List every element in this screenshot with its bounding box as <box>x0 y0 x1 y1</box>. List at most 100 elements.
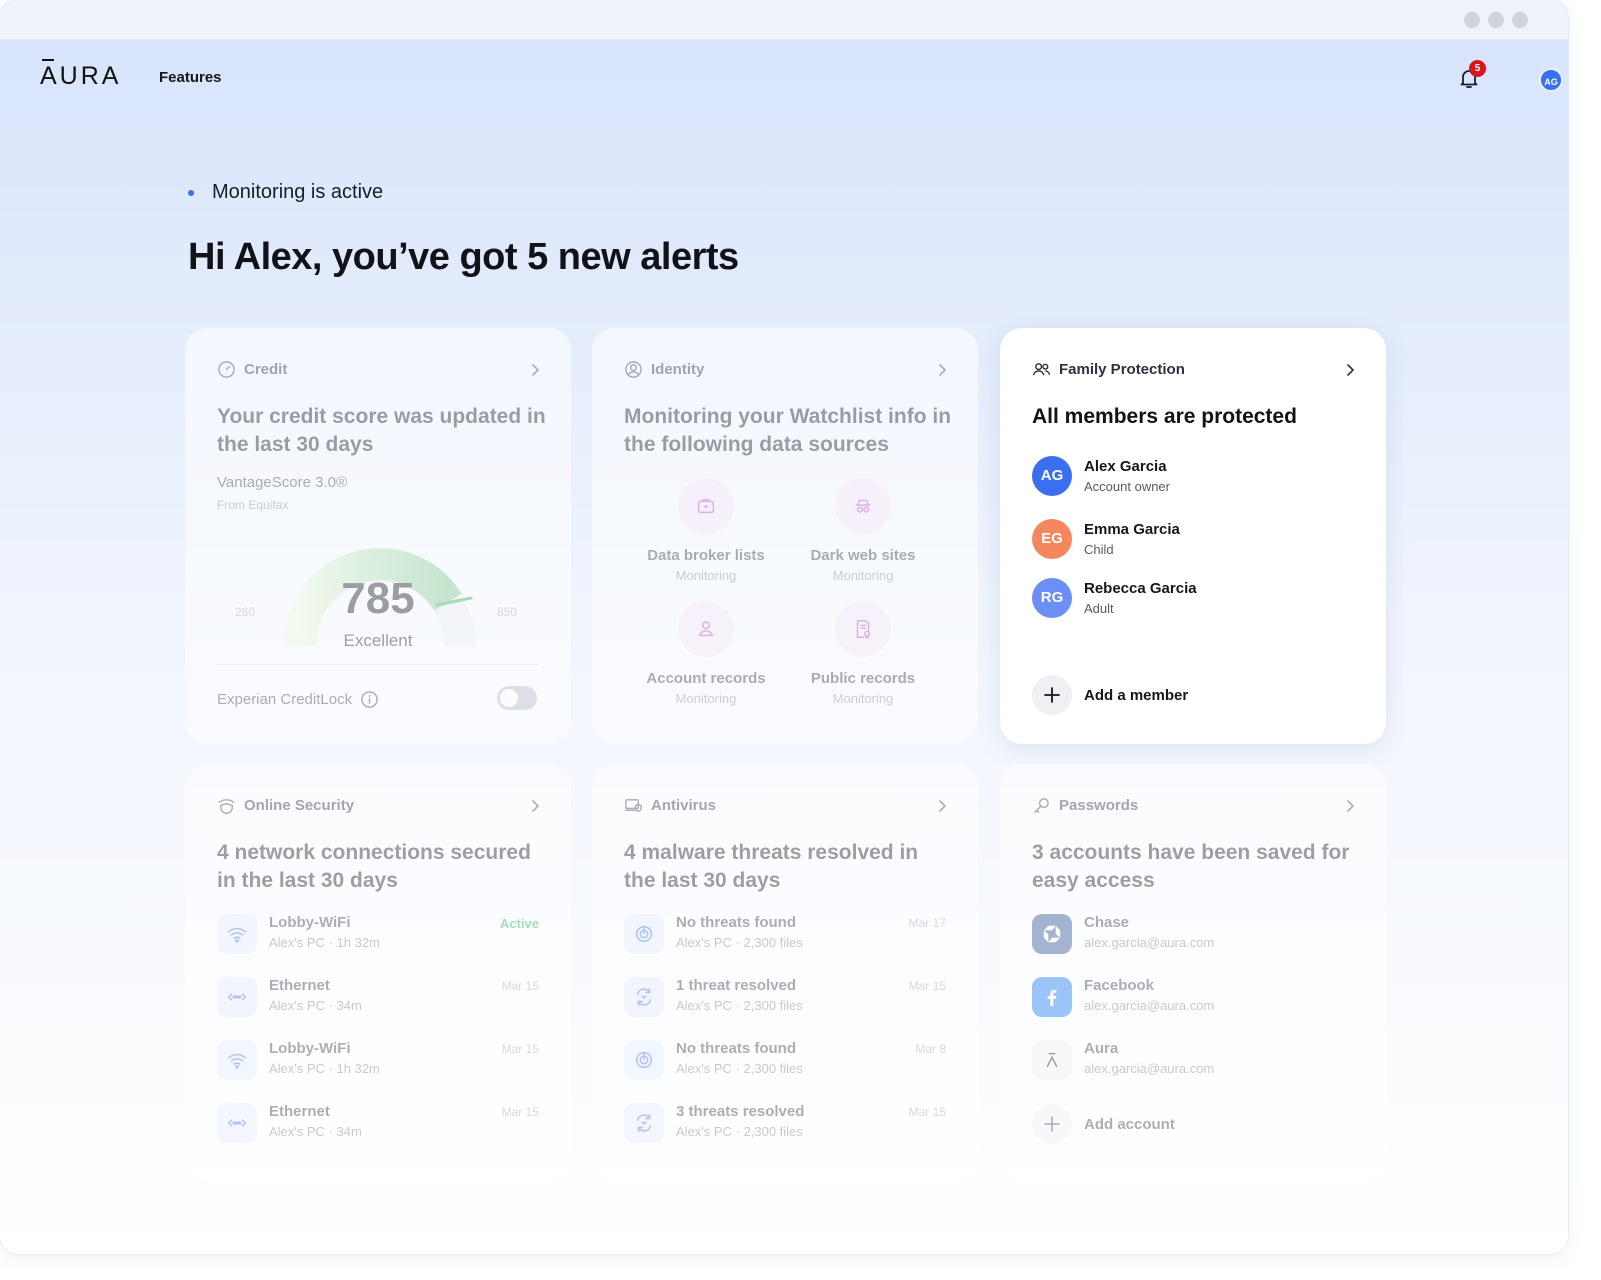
add-account-button[interactable]: Add account <box>1032 1104 1175 1144</box>
logo-macron <box>42 59 54 61</box>
connection-details: Alex's PC · 1h 32m <box>269 935 380 950</box>
member-avatar: AG <box>1032 456 1072 496</box>
scan-icon-container <box>624 914 664 954</box>
window-minimize-button[interactable] <box>1464 12 1480 28</box>
bug-icon-container <box>624 1103 664 1143</box>
member-role: Child <box>1084 542 1114 557</box>
window-close-button[interactable] <box>1512 12 1528 28</box>
source-name: Public records <box>810 670 916 687</box>
toggle-knob <box>500 689 518 707</box>
source-dark-web[interactable]: Dark web sites Monitoring <box>783 478 943 583</box>
saved-account-row[interactable]: Aura alex.garcia@aura.com <box>1032 1040 1354 1084</box>
spy-icon <box>855 499 871 513</box>
family-protection-card[interactable]: Family Protection All members are protec… <box>1000 328 1386 744</box>
member-name: Emma Garcia <box>1084 521 1180 538</box>
online-security-title: 4 network connections secured in the las… <box>217 841 531 892</box>
notification-badge: 5 <box>1469 60 1486 77</box>
scan-details: Alex's PC · 2,300 files <box>676 998 803 1013</box>
person-icon <box>698 621 714 637</box>
chevron-right-icon[interactable] <box>529 363 541 377</box>
scan-date: Mar 8 <box>915 1042 946 1056</box>
saved-account-row[interactable]: Facebook alex.garcia@aura.com <box>1032 977 1354 1021</box>
chase-logo-icon <box>1043 925 1061 943</box>
scan-files: 2,300 files <box>743 1124 803 1139</box>
credit-card[interactable]: Credit Your credit score was updated in … <box>185 328 571 744</box>
member-role: Account owner <box>1084 479 1170 494</box>
vantage-score-label: VantageScore 3.0® <box>217 474 348 491</box>
creditlock-toggle[interactable] <box>497 686 537 710</box>
source-name: Data broker lists <box>647 547 765 564</box>
chevron-right-icon[interactable] <box>1344 363 1356 377</box>
source-data-broker[interactable]: Data broker lists Monitoring <box>626 478 786 583</box>
scan-row[interactable]: 1 threat resolved Alex's PC · 2,300 file… <box>624 977 946 1021</box>
connection-status: Active <box>499 916 539 931</box>
account-email: alex.garcia@aura.com <box>1084 1061 1215 1076</box>
connection-row[interactable]: Ethernet Alex's PC · 34m Mar 15 <box>217 977 539 1021</box>
chevron-right-icon[interactable] <box>529 799 541 813</box>
nav-features-link[interactable]: Features <box>159 69 222 86</box>
scan-device: Alex's PC <box>676 1124 732 1139</box>
connection-device: Alex's PC <box>269 935 325 950</box>
add-member-icon-container <box>1032 675 1072 715</box>
scan-device: Alex's PC <box>676 935 732 950</box>
chevron-right-icon[interactable] <box>936 799 948 813</box>
source-icon-container <box>678 478 734 534</box>
card-divider <box>217 664 539 665</box>
online-security-card[interactable]: Online Security 4 network connections se… <box>185 764 571 1180</box>
ethernet-icon <box>227 993 247 1001</box>
antivirus-card[interactable]: Antivirus 4 malware threats resolved in … <box>592 764 978 1180</box>
status-dot <box>188 189 194 196</box>
chevron-right-icon[interactable] <box>1344 799 1356 813</box>
scan-details: Alex's PC · 2,300 files <box>676 1061 803 1076</box>
scan-row[interactable]: No threats found Alex's PC · 2,300 files… <box>624 914 946 958</box>
chevron-right-icon[interactable] <box>936 363 948 377</box>
wifi-icon <box>227 1053 247 1069</box>
member-row[interactable]: RG Rebecca Garcia Adult <box>1032 578 1197 618</box>
shield-wifi-icon <box>218 799 235 815</box>
member-row[interactable]: EG Emma Garcia Child <box>1032 519 1180 559</box>
source-account-records[interactable]: Account records Monitoring <box>626 601 786 706</box>
briefcase-icon <box>697 498 715 514</box>
user-avatar[interactable]: AG <box>1539 68 1563 92</box>
connection-row[interactable]: Ethernet Alex's PC · 34m Mar 15 <box>217 1103 539 1147</box>
source-public-records[interactable]: Public records Monitoring <box>783 601 943 706</box>
top-navigation: AURA Features 5 AG <box>0 40 1568 118</box>
credit-score-rating: Excellent <box>343 631 413 650</box>
logo-text: AURA <box>40 62 122 90</box>
aura-logo[interactable]: AURA <box>40 59 122 91</box>
online-security-header: Online Security <box>217 796 354 815</box>
saved-account-row[interactable]: Chase alex.garcia@aura.com <box>1032 914 1354 958</box>
scan-date: Mar 17 <box>908 916 946 930</box>
family-card-title: All members are protected <box>1032 405 1297 428</box>
connection-row[interactable]: Lobby-WiFi Alex's PC · 1h 32m Mar 15 <box>217 1040 539 1084</box>
wifi-icon-container <box>217 1040 257 1080</box>
plus-icon <box>1044 1116 1060 1132</box>
facebook-logo-container <box>1032 977 1072 1017</box>
window-maximize-button[interactable] <box>1488 12 1504 28</box>
identity-card[interactable]: Identity Monitoring your Watchlist info … <box>592 328 978 744</box>
scan-icon-container <box>624 1040 664 1080</box>
source-name: Account records <box>646 670 766 687</box>
add-member-button[interactable]: Add a member <box>1032 675 1188 715</box>
connection-duration: 1h 32m <box>336 1061 380 1076</box>
users-icon <box>1032 363 1051 376</box>
scan-details: Alex's PC · 2,300 files <box>676 1124 803 1139</box>
connection-row[interactable]: Lobby-WiFi Alex's PC · 1h 32m Active <box>217 914 539 958</box>
source-status: Monitoring <box>675 568 737 583</box>
aura-logo-icon <box>1046 1052 1058 1068</box>
antivirus-title: 4 malware threats resolved in the last 3… <box>624 841 919 892</box>
facebook-logo-icon <box>1047 989 1057 1007</box>
page-greeting: Hi Alex, you’ve got 5 new alerts <box>188 236 739 278</box>
scan-details: Alex's PC · 2,300 files <box>676 935 803 950</box>
connection-name: Lobby-WiFi <box>269 914 351 931</box>
scan-icon <box>635 925 653 943</box>
info-icon[interactable] <box>360 690 379 709</box>
connection-name: Ethernet <box>269 977 330 994</box>
scan-row[interactable]: 3 threats resolved Alex's PC · 2,300 fil… <box>624 1103 946 1147</box>
user-circle-icon <box>625 361 642 378</box>
source-icon-container <box>678 601 734 657</box>
scan-row[interactable]: No threats found Alex's PC · 2,300 files… <box>624 1040 946 1084</box>
member-row[interactable]: AG Alex Garcia Account owner <box>1032 456 1170 496</box>
chase-logo-container <box>1032 914 1072 954</box>
passwords-card[interactable]: Passwords 3 accounts have been saved for… <box>1000 764 1386 1180</box>
